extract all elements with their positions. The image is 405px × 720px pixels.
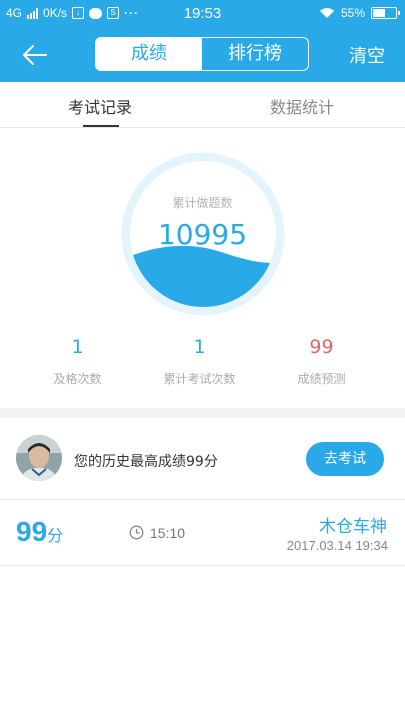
tab-data-stats[interactable]: 数据统计	[270, 94, 334, 118]
stat-value: 1	[71, 336, 84, 358]
battery-percent: 55%	[340, 6, 365, 20]
battery-icon	[371, 7, 400, 19]
record-title: 木仓车神	[319, 517, 387, 537]
active-tab-indicator	[83, 125, 119, 127]
status-right: 55%	[319, 6, 400, 20]
sub-tabs: 考试记录 数据统计	[0, 82, 405, 128]
take-exam-button[interactable]: 去考试	[306, 442, 384, 476]
gauge-value: 10995	[157, 218, 248, 251]
stat-score-prediction: 99 成绩预测	[254, 336, 389, 387]
stat-exam-count: 1 累计考试次数	[132, 336, 267, 387]
record-score-value: 99	[16, 516, 48, 547]
stat-value: 99	[309, 336, 334, 358]
tab-exam-records[interactable]: 考试记录	[68, 94, 132, 118]
back-arrow-icon	[23, 45, 47, 65]
stat-label: 累计考试次数	[163, 372, 236, 386]
best-score-text: 您的历史最高成绩99分	[74, 454, 218, 470]
status-bar: 4G 0K/s ↓ S ··· 19:53 55%	[0, 0, 405, 28]
section-divider	[0, 408, 405, 418]
back-button[interactable]	[20, 41, 50, 69]
stat-value: 1	[193, 336, 206, 358]
avatar-image	[16, 435, 62, 481]
wifi-icon	[319, 8, 334, 18]
record-date: 2017.03.14 19:34	[286, 538, 388, 553]
clock-icon	[129, 525, 144, 540]
tab-score[interactable]: 成绩	[96, 38, 202, 70]
record-score: 99分	[16, 516, 63, 548]
app-header: 成绩 排行榜 清空	[0, 28, 405, 82]
stat-label: 成绩预测	[297, 372, 346, 386]
clear-button[interactable]: 清空	[349, 42, 385, 68]
tab-leaderboard[interactable]: 排行榜	[202, 38, 308, 70]
record-score-unit: 分	[47, 526, 64, 545]
best-score-row: 您的历史最高成绩99分 去考试	[0, 418, 405, 500]
segmented-control: 成绩 排行榜	[95, 37, 309, 71]
gauge-label: 累计做题数	[172, 196, 233, 210]
record-duration: 15:10	[150, 525, 186, 541]
stat-label: 及格次数	[53, 372, 102, 386]
stat-pass-count: 1 及格次数	[10, 336, 145, 387]
list-item[interactable]: 99分 15:10 木仓车神 2017.03.14 19:34	[0, 500, 405, 566]
avatar	[16, 435, 62, 481]
